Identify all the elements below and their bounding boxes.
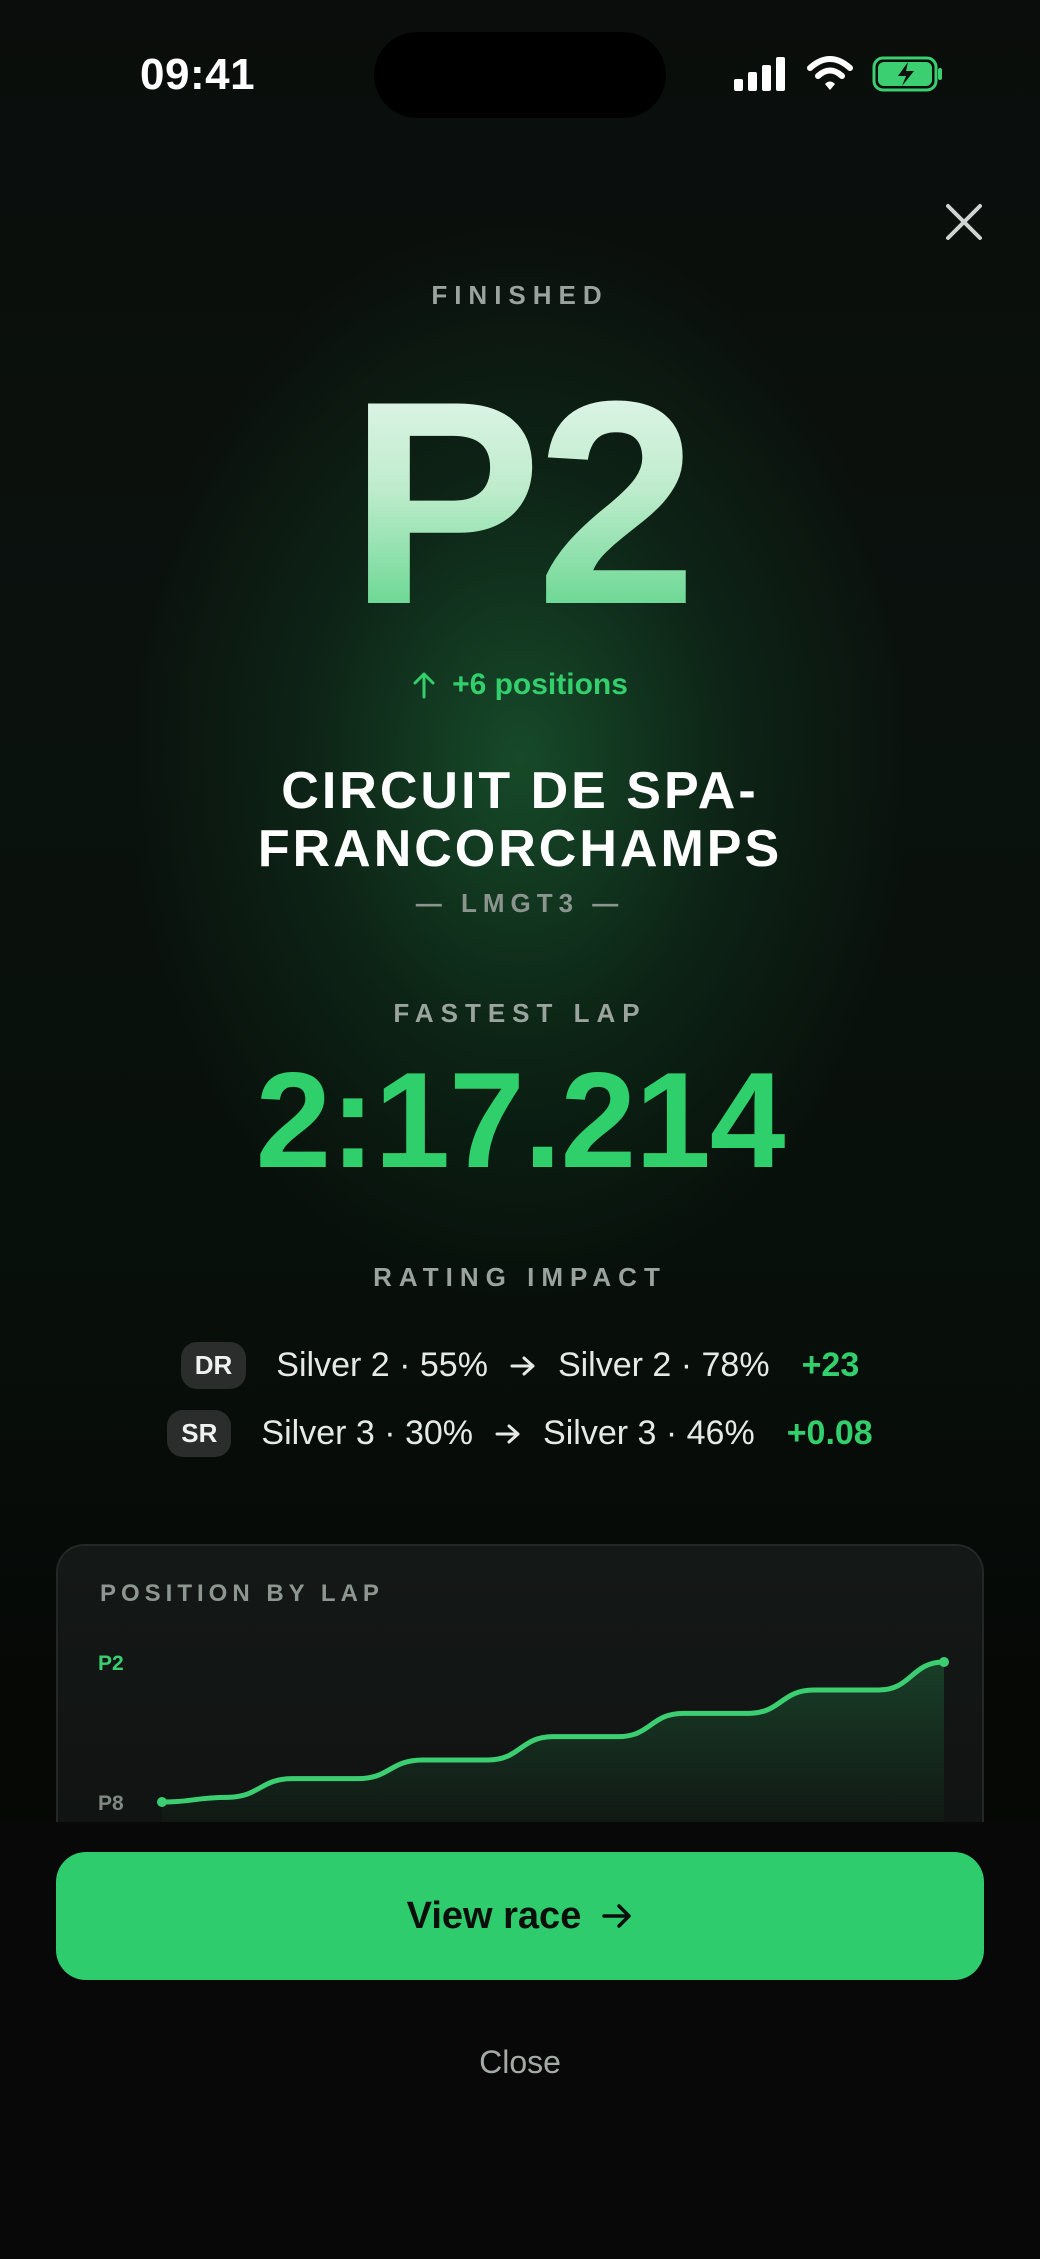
battery-charging-icon [872, 56, 942, 92]
race-result-screen: 09:41 FINISHED P2 +6 positions CIRCUIT D… [0, 0, 1040, 2259]
start-point [157, 1797, 167, 1807]
view-race-button[interactable]: View race [56, 1852, 984, 1980]
end-point [939, 1657, 949, 1667]
rating-after: Silver 2 · 78% [557, 1346, 770, 1384]
rating-row-sr: SR Silver 3 · 30% Silver 3 · 46% +0.08 [0, 1410, 1040, 1457]
rating-before: Silver 2 · 55% [276, 1346, 488, 1384]
status-icons [734, 56, 944, 92]
arrow-right-icon [510, 1356, 535, 1375]
position-chart-card: POSITION BY LAP P2 P8 [56, 1544, 984, 1844]
position-change: +6 positions [0, 668, 1040, 702]
finish-position: P2 [0, 358, 1040, 648]
rating-badge: DR [180, 1342, 247, 1389]
rating-after: Silver 3 · 46% [543, 1414, 755, 1452]
arrow-right-icon [495, 1424, 520, 1443]
view-race-label: View race [406, 1894, 582, 1937]
arrow-right-icon [602, 1904, 632, 1928]
rating-row-dr: DR Silver 2 · 55% Silver 2 · 78% +23 [0, 1342, 1040, 1389]
car-class: — LMGT3 — [415, 888, 625, 918]
dynamic-island [374, 32, 666, 118]
close-icon[interactable] [940, 198, 988, 246]
arrow-up-icon [413, 672, 435, 699]
fastest-lap-label: FASTEST LAP [393, 998, 647, 1028]
status-time: 09:41 [140, 50, 256, 99]
position-change-text: +6 positions [452, 668, 628, 701]
track-name: CIRCUIT DE SPA- FRANCORCHAMPS [0, 762, 1040, 878]
position-chart: P2 P8 [98, 1652, 949, 1844]
rating-badge: SR [167, 1410, 232, 1457]
wifi-icon [807, 56, 853, 90]
rating-before: Silver 3 · 30% [261, 1414, 474, 1452]
y-axis-label-top: P2 [98, 1652, 124, 1675]
y-axis-label-bottom: P8 [98, 1792, 124, 1815]
fastest-lap-time: 2:17.214 [255, 1044, 786, 1196]
track-name-line2: FRANCORCHAMPS [257, 820, 783, 878]
rating-impact-label: RATING IMPACT [373, 1262, 667, 1292]
cellular-signal-icon [734, 57, 785, 91]
close-button[interactable]: Close [0, 2044, 1040, 2081]
rating-delta: +23 [801, 1346, 860, 1384]
rating-delta: +0.08 [786, 1414, 873, 1452]
finished-label: FINISHED [431, 280, 609, 310]
track-name-line1: CIRCUIT DE SPA- [281, 762, 759, 820]
